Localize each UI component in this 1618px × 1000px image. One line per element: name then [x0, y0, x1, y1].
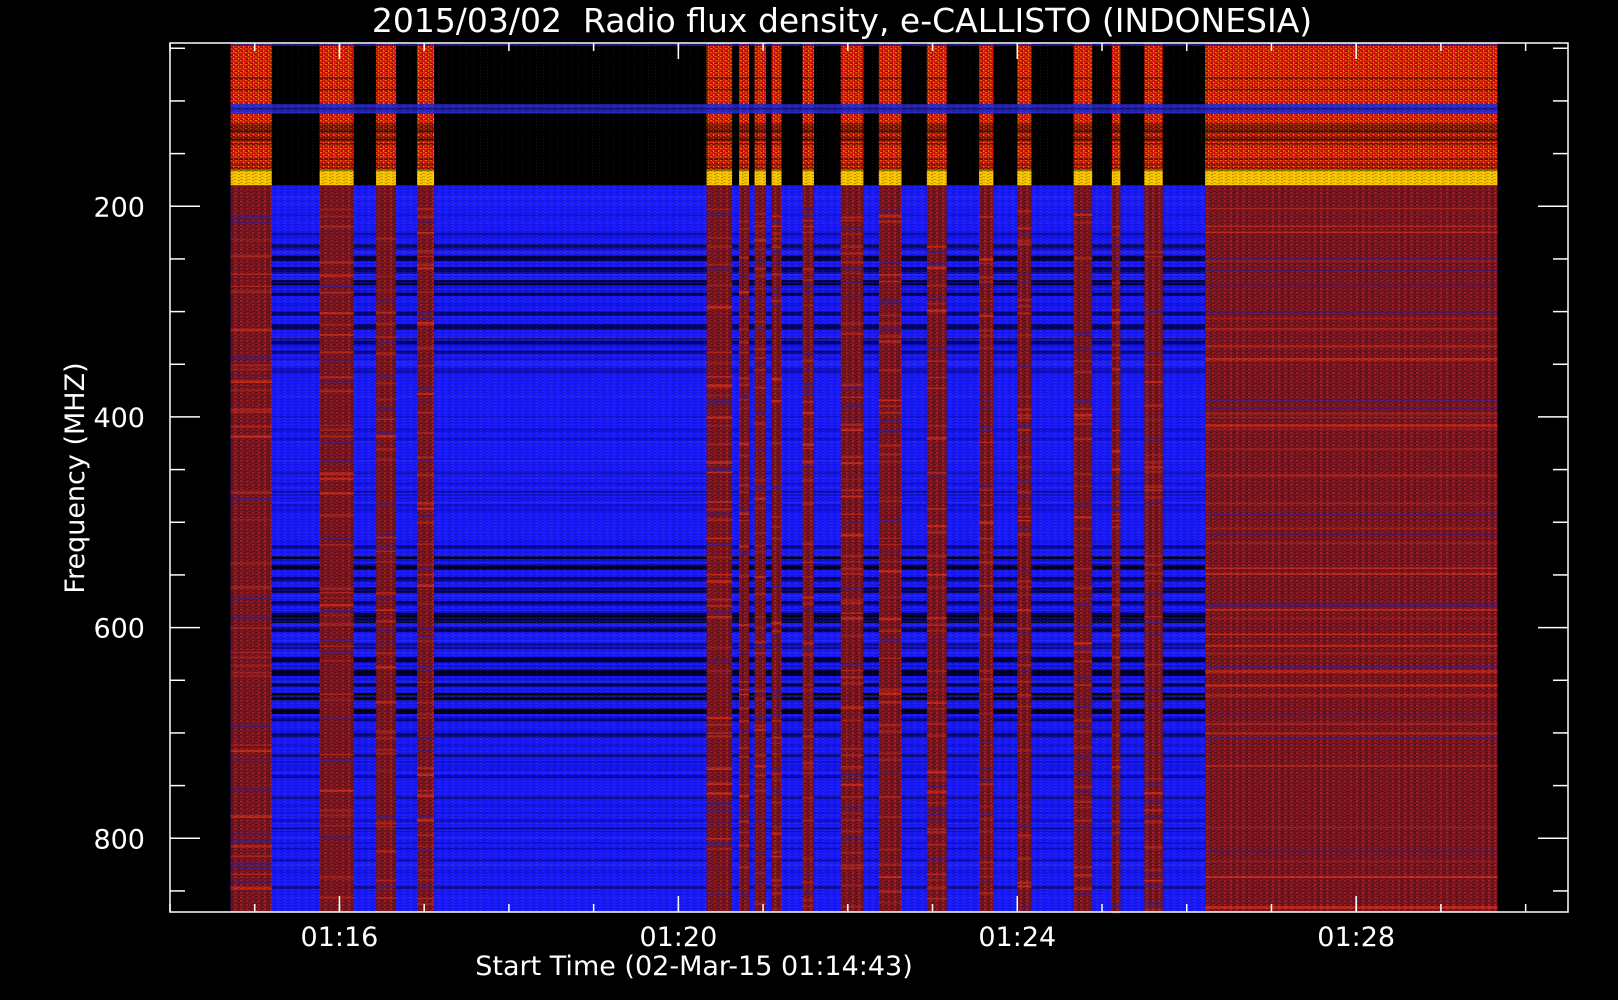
x-tick-label: 01:16: [301, 922, 379, 953]
chart-title: 2015/03/02 Radio flux density, e-CALLIST…: [372, 1, 1312, 40]
x-tick-label: 01:20: [639, 922, 717, 953]
x-tick-label: 01:28: [1317, 922, 1395, 953]
spectrogram-chart: 2015/03/02 Radio flux density, e-CALLIST…: [60, 1, 1569, 982]
y-tick-label: 800: [93, 824, 145, 855]
y-tick-label: 600: [93, 614, 145, 645]
y-tick-label: 200: [93, 192, 145, 223]
x-axis-label: Start Time (02-Mar-15 01:14:43): [475, 951, 913, 982]
y-tick-label: 400: [93, 403, 145, 434]
spectrogram-image: [230, 43, 1498, 914]
x-tick-label: 01:24: [978, 922, 1056, 953]
y-axis-label: Frequency (MHZ): [60, 362, 91, 593]
